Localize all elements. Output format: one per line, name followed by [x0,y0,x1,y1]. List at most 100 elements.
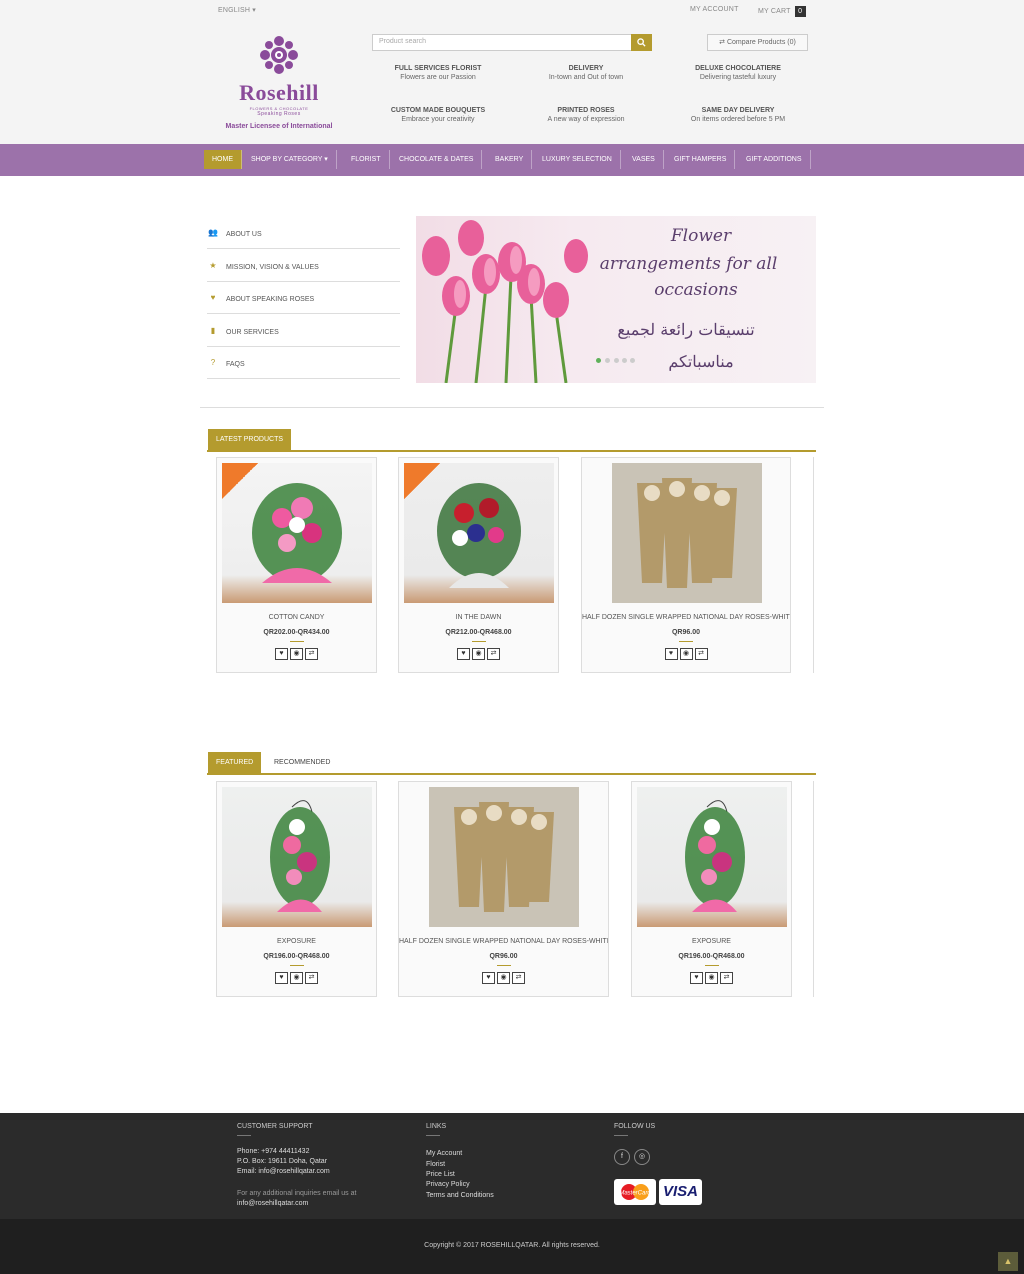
product-name[interactable]: HALF DOZEN SINGLE WRAPPED NATIONAL DAY R… [399,938,608,945]
nav-chocolate-dates[interactable]: CHOCOLATE & DATES [391,150,483,169]
nav-gift-additions[interactable]: GIFT ADDITIONS [738,150,811,169]
price-separator [289,641,304,642]
sidebar-item-about-us[interactable]: 👥 ABOUT US [207,217,400,249]
compare-icon[interactable]: ⇄ [720,972,733,984]
instagram-icon[interactable]: ◎ [634,1149,650,1165]
product-card[interactable]: IN THE DAWN QR212.00-QR468.00 ♥ ◉ ⇄ [398,457,559,673]
footer-email[interactable]: Email: info@rosehillqatar.com [237,1168,330,1175]
product-card[interactable]: EXPOSURE QR196.00-QR468.00 ♥ ◉ ⇄ [216,781,377,997]
quick-view-eye-icon[interactable]: ◉ [497,972,510,984]
product-card[interactable]: HALF DOZEN SINGLE WRAPPED NATIONAL DAY R… [581,457,791,673]
product-card[interactable]: EXPOSURE QR196.00-QR468.00 ♥ ◉ ⇄ [631,781,792,997]
compare-icon[interactable]: ⇄ [694,648,708,660]
footer-link-price-list[interactable]: Price List [426,1171,455,1178]
nav-shop-by-category[interactable]: SHOP BY CATEGORY ▾ [243,150,337,169]
product-image [612,463,762,603]
slider-dot-3[interactable] [614,358,619,363]
copyright-text: Copyright © 2017 ROSEHILLQATAR. All righ… [424,1242,600,1249]
product-name[interactable]: HALF DOZEN SINGLE WRAPPED NATIONAL DAY R… [582,614,790,621]
search-input[interactable]: Product search [372,34,632,51]
wishlist-heart-icon[interactable]: ♥ [690,972,703,984]
tab-recommended[interactable]: RECOMMENDED [274,759,330,766]
nav-bakery[interactable]: BAKERY [487,150,533,169]
nav-florist[interactable]: FLORIST [343,150,390,169]
slider-dot-5[interactable] [630,358,635,363]
book-icon: ▮ [210,326,216,335]
wishlist-heart-icon[interactable]: ♥ [664,648,678,660]
product-name[interactable]: EXPOSURE [217,938,376,945]
tab-featured[interactable]: FEATURED [208,752,262,774]
product-name[interactable]: IN THE DAWN [399,614,558,621]
product-image [429,787,579,927]
logo-brand: Speaking Roses [257,111,301,117]
sidebar-item-faqs[interactable]: ? FAQS [207,347,400,379]
feature-sub: A new way of expression [547,116,625,123]
footer-support-title: CUSTOMER SUPPORT [237,1123,313,1130]
header: ENGLISH ▾ MY ACCOUNT MY CART 0 Rosehill F… [0,0,1024,144]
slider-dot-1[interactable] [596,358,601,363]
product-name[interactable]: EXPOSURE [632,938,791,945]
new-ribbon [222,463,258,499]
slider-dot-2[interactable] [605,358,610,363]
product-name[interactable]: COTTON CANDY [217,614,376,621]
compare-icon[interactable]: ⇄ [305,972,318,984]
tab-latest-products[interactable]: LATEST PRODUCTS [208,429,292,451]
search-button[interactable] [631,34,652,51]
scroll-top-chevron-up-icon[interactable]: ▲ [998,1252,1018,1271]
nav-vases[interactable]: VASES [624,150,664,169]
price-separator [679,641,693,642]
carousel-peek [813,457,816,673]
quick-view-eye-icon[interactable]: ◉ [290,648,303,660]
quick-view-eye-icon[interactable]: ◉ [290,972,303,984]
slide-arabic-line1: تنسيقات رائعة لجميع [617,320,755,339]
footer-link-terms[interactable]: Terms and Conditions [426,1192,494,1199]
feature-title: FULL SERVICES FLORIST [394,65,482,72]
slide-title-line2: arrangements for all [599,254,778,274]
feature-same-day: SAME DAY DELIVERY On items ordered before… [663,107,813,123]
nav-gift-hampers[interactable]: GIFT HAMPERS [666,150,736,169]
logo[interactable]: Rosehill FLOWERS & CHOCOLATE Speaking Ro… [208,32,350,140]
my-account-link[interactable]: MY ACCOUNT [690,6,739,13]
slide-title-line1: Flower [670,226,732,246]
sidebar-item-label: ABOUT US [226,231,262,238]
footer-link-florist[interactable]: Florist [426,1161,445,1168]
sidebar-item-mission[interactable]: ★ MISSION, VISION & VALUES [207,250,400,282]
wishlist-heart-icon[interactable]: ♥ [275,648,288,660]
product-image [222,787,372,927]
wishlist-heart-icon[interactable]: ♥ [482,972,495,984]
feature-printed-roses: PRINTED ROSES A new way of expression [511,107,661,123]
compare-icon[interactable]: ⇄ [305,648,318,660]
compare-products-button[interactable]: ⇄ Compare Products (0) [707,34,808,51]
facebook-icon[interactable]: f [614,1149,630,1165]
feature-title: DELUXE CHOCOLATIERE [695,65,781,72]
rose-logo-icon [260,36,298,74]
slider-dot-4[interactable] [622,358,627,363]
sidebar-item-speaking-roses[interactable]: ♥ ABOUT SPEAKING ROSES [207,282,400,314]
sidebar-item-services[interactable]: ▮ OUR SERVICES [207,315,400,347]
price-separator [289,965,304,966]
feature-chocolatiere: DELUXE CHOCOLATIERE Delivering tasteful l… [663,65,813,81]
compare-icon[interactable]: ⇄ [487,648,500,660]
nav-luxury-selection[interactable]: LUXURY SELECTION [534,150,621,169]
footer-inquiry-email[interactable]: info@rosehillqatar.com [237,1200,308,1207]
footer-link-my-account[interactable]: My Account [426,1150,462,1157]
wishlist-heart-icon[interactable]: ♥ [457,648,470,660]
quick-view-eye-icon[interactable]: ◉ [705,972,718,984]
copyright-bar: Copyright © 2017 ROSEHILLQATAR. All righ… [0,1219,1024,1274]
my-cart-label: MY CART [758,8,791,15]
product-card[interactable]: COTTON CANDY QR202.00-QR434.00 ♥ ◉ ⇄ [216,457,377,673]
footer-link-privacy[interactable]: Privacy Policy [426,1181,470,1188]
footer-title-underline [426,1135,440,1136]
compare-icon[interactable]: ⇄ [512,972,525,984]
visa-logo: VISA [659,1179,702,1205]
quick-view-eye-icon[interactable]: ◉ [472,648,485,660]
nav-home[interactable]: HOME [204,150,242,169]
language-selector[interactable]: ENGLISH ▾ [218,6,256,14]
tulips-image [422,220,588,383]
product-card[interactable]: HALF DOZEN SINGLE WRAPPED NATIONAL DAY R… [398,781,609,997]
price-separator [496,965,511,966]
my-cart-link[interactable]: MY CART 0 [758,6,806,17]
mastercard-text: MasterCard [619,1191,651,1197]
quick-view-eye-icon[interactable]: ◉ [679,648,693,660]
wishlist-heart-icon[interactable]: ♥ [275,972,288,984]
